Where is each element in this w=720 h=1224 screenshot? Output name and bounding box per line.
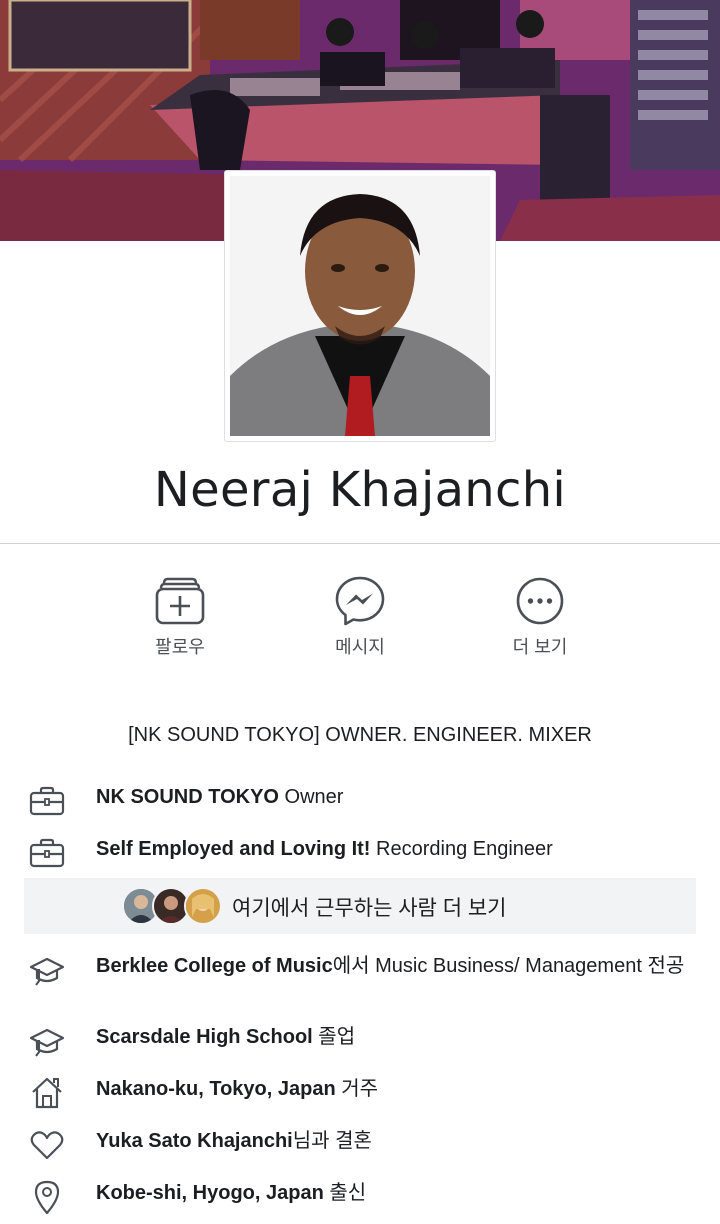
- home-icon: [28, 1076, 66, 1110]
- more-icon: [516, 577, 564, 625]
- school-name[interactable]: Berklee College of Music: [96, 955, 333, 977]
- header-divider: [0, 543, 720, 544]
- more-label: 더 보기: [512, 637, 568, 657]
- hometown-text: Kobe-shi, Hyogo, Japan 출신: [96, 1180, 696, 1206]
- work-position: Recording Engineer: [370, 838, 553, 860]
- messenger-icon: [335, 576, 385, 626]
- work-position: Owner: [278, 786, 344, 808]
- work-item-text: Self Employed and Loving It! Recording E…: [96, 836, 696, 862]
- profile-name: Neeraj Khajanchi: [153, 462, 567, 518]
- profile-actions: 팔로우 메시지 더 보기: [0, 575, 720, 665]
- briefcase-icon: [28, 836, 66, 870]
- message-label: 메시지: [335, 637, 385, 657]
- coworkers-link-label: 여기에서 근무하는 사람 더 보기: [232, 897, 507, 920]
- heart-icon: [28, 1128, 66, 1162]
- hometown[interactable]: Kobe-shi, Hyogo, Japan: [96, 1182, 324, 1204]
- coworker-avatars: [122, 887, 232, 925]
- profile-photo-image: [230, 176, 490, 436]
- follow-icon: [155, 577, 205, 625]
- follow-label: 팔로우: [155, 637, 205, 657]
- message-button[interactable]: 메시지: [290, 575, 430, 659]
- current-city-suffix: 거주: [335, 1078, 379, 1100]
- current-city[interactable]: Nakano-ku, Tokyo, Japan: [96, 1078, 336, 1100]
- hometown-suffix: 출신: [323, 1182, 367, 1204]
- graduation-cap-icon: [28, 1026, 66, 1060]
- coworkers-link[interactable]: 여기에서 근무하는 사람 더 보기: [24, 878, 696, 934]
- current-city-text: Nakano-ku, Tokyo, Japan 거주: [96, 1076, 696, 1102]
- more-button[interactable]: 더 보기: [470, 575, 610, 659]
- education-item-text: Scarsdale High School 졸업: [96, 1024, 696, 1050]
- profile-headline: [NK SOUND TOKYO] OWNER. ENGINEER. MIXER: [128, 724, 592, 746]
- partner-name[interactable]: Yuka Sato Khajanchi: [96, 1130, 293, 1152]
- work-employer[interactable]: NK SOUND TOKYO: [96, 786, 279, 808]
- relationship-status: 님과 결혼: [292, 1130, 372, 1152]
- education-item-text: Berklee College of Music에서 Music Busines…: [96, 953, 696, 979]
- school-name[interactable]: Scarsdale High School: [96, 1026, 313, 1048]
- location-pin-icon: [28, 1180, 66, 1215]
- profile-picture[interactable]: [224, 170, 496, 442]
- graduation-cap-icon: [28, 955, 66, 989]
- follow-button[interactable]: 팔로우: [110, 575, 250, 659]
- relationship-text: Yuka Sato Khajanchi님과 결혼: [96, 1128, 696, 1154]
- education-detail: 졸업: [312, 1026, 356, 1048]
- work-item-text: NK SOUND TOKYO Owner: [96, 784, 696, 810]
- work-employer[interactable]: Self Employed and Loving It!: [96, 838, 370, 860]
- briefcase-icon: [28, 784, 66, 818]
- education-detail: 에서 Music Business/ Management 전공: [332, 955, 685, 977]
- coworker-avatar: [184, 887, 222, 925]
